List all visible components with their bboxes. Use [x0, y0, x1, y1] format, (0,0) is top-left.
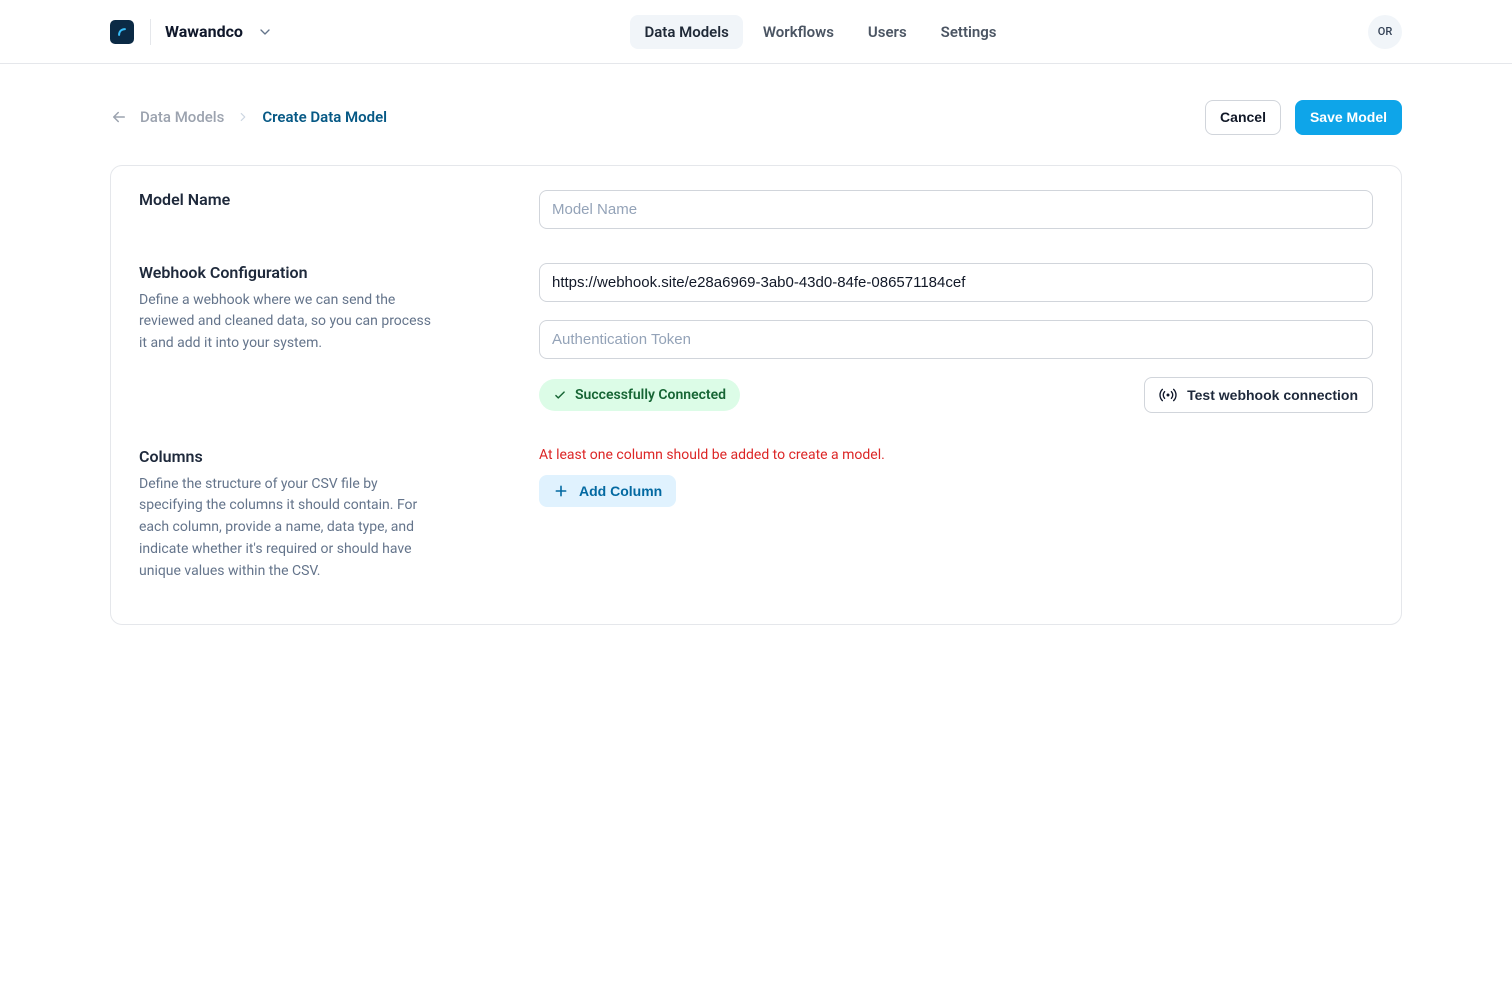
header-left: Wawandco	[110, 19, 273, 45]
crumb-root[interactable]: Data Models	[140, 108, 224, 126]
columns-error: At least one column should be added to c…	[539, 447, 1373, 463]
section-webhook: Webhook Configuration Define a webhook w…	[139, 249, 1373, 427]
section-model-name: Model Name	[139, 188, 1373, 243]
model-name-title: Model Name	[139, 190, 499, 209]
app-logo	[110, 20, 134, 44]
add-column-label: Add Column	[579, 483, 662, 499]
brand-divider	[150, 19, 151, 45]
app-header: Wawandco Data Models Workflows Users Set…	[0, 0, 1512, 64]
columns-description: Define the structure of your CSV file by…	[139, 474, 439, 582]
brand-name[interactable]: Wawandco	[165, 22, 243, 41]
webhook-status-text: Successfully Connected	[575, 387, 726, 403]
nav-settings[interactable]: Settings	[927, 15, 1011, 49]
chevron-right-icon	[236, 110, 250, 124]
nav-data-models[interactable]: Data Models	[630, 15, 742, 49]
primary-nav: Data Models Workflows Users Settings	[630, 15, 1010, 49]
check-icon	[553, 388, 567, 402]
avatar[interactable]: OR	[1368, 15, 1402, 49]
page-content: Data Models Create Data Model Cancel Sav…	[0, 100, 1512, 625]
test-webhook-button[interactable]: Test webhook connection	[1144, 377, 1373, 413]
webhook-status-row: Successfully Connected Te	[539, 377, 1373, 413]
test-webhook-label: Test webhook connection	[1187, 387, 1358, 403]
webhook-description: Define a webhook where we can send the r…	[139, 290, 439, 355]
crumb-current: Create Data Model	[262, 108, 387, 126]
broadcast-icon	[1159, 386, 1177, 404]
page-top: Data Models Create Data Model Cancel Sav…	[110, 100, 1402, 135]
header-right: OR	[1368, 15, 1402, 49]
nav-users[interactable]: Users	[854, 15, 921, 49]
plus-icon	[553, 483, 569, 499]
model-name-input[interactable]	[539, 190, 1373, 229]
arrow-left-icon[interactable]	[110, 108, 128, 126]
webhook-status-badge: Successfully Connected	[539, 379, 740, 411]
nav-workflows[interactable]: Workflows	[749, 15, 848, 49]
section-columns: Columns Define the structure of your CSV…	[139, 433, 1373, 596]
columns-title: Columns	[139, 447, 499, 466]
add-column-button[interactable]: Add Column	[539, 475, 676, 507]
breadcrumb: Data Models Create Data Model	[110, 108, 387, 126]
form-panel: Model Name Webhook Configuration Define …	[110, 165, 1402, 625]
webhook-url-input[interactable]	[539, 263, 1373, 302]
webhook-auth-input[interactable]	[539, 320, 1373, 359]
cancel-button[interactable]: Cancel	[1205, 100, 1281, 135]
webhook-title: Webhook Configuration	[139, 263, 499, 282]
save-button[interactable]: Save Model	[1295, 100, 1402, 135]
page-actions: Cancel Save Model	[1205, 100, 1402, 135]
chevron-down-icon[interactable]	[257, 24, 273, 40]
